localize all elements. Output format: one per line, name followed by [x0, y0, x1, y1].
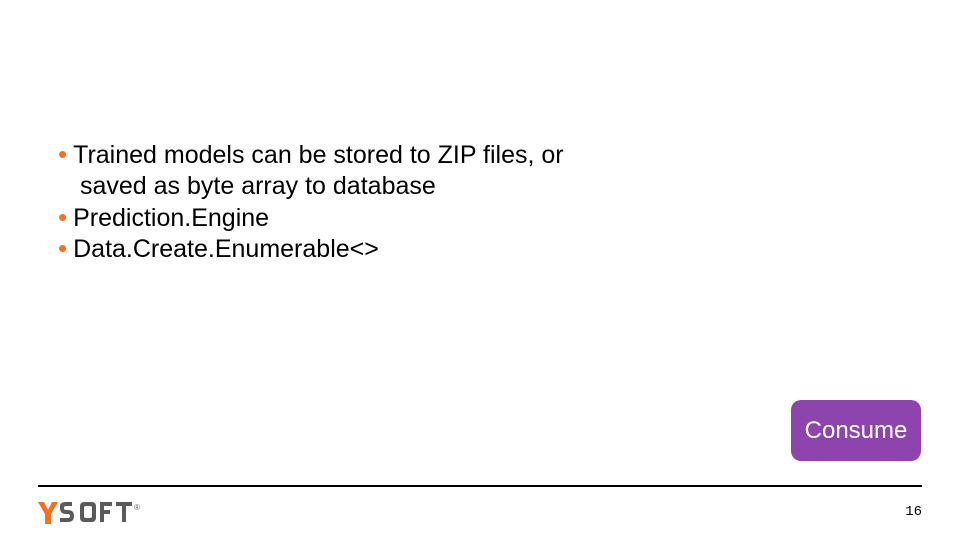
bullet-item-1: • Trained models can be stored to ZIP fi…: [58, 140, 618, 171]
bullet-text-2: Prediction.Engine: [73, 203, 269, 234]
ysoft-logo: ®: [38, 500, 148, 526]
consume-badge-label: Consume: [805, 417, 908, 445]
bullet-dot-icon: •: [58, 140, 67, 169]
page-number: 16: [905, 504, 922, 520]
bullet-text-1-line1: Trained models can be stored to ZIP file…: [73, 140, 564, 171]
bullet-text-3: Data.Create.Enumerable<>: [73, 234, 379, 265]
svg-text:®: ®: [134, 503, 140, 512]
consume-badge: Consume: [791, 400, 921, 461]
bullet-text-1-line2: saved as byte array to database: [80, 171, 618, 202]
footer-divider: [38, 485, 922, 487]
bullet-item-2: • Prediction.Engine: [58, 203, 618, 234]
bullet-item-3: • Data.Create.Enumerable<>: [58, 234, 618, 265]
bullet-list: • Trained models can be stored to ZIP fi…: [58, 140, 618, 265]
bullet-dot-icon: •: [58, 203, 67, 232]
bullet-dot-icon: •: [58, 234, 67, 263]
